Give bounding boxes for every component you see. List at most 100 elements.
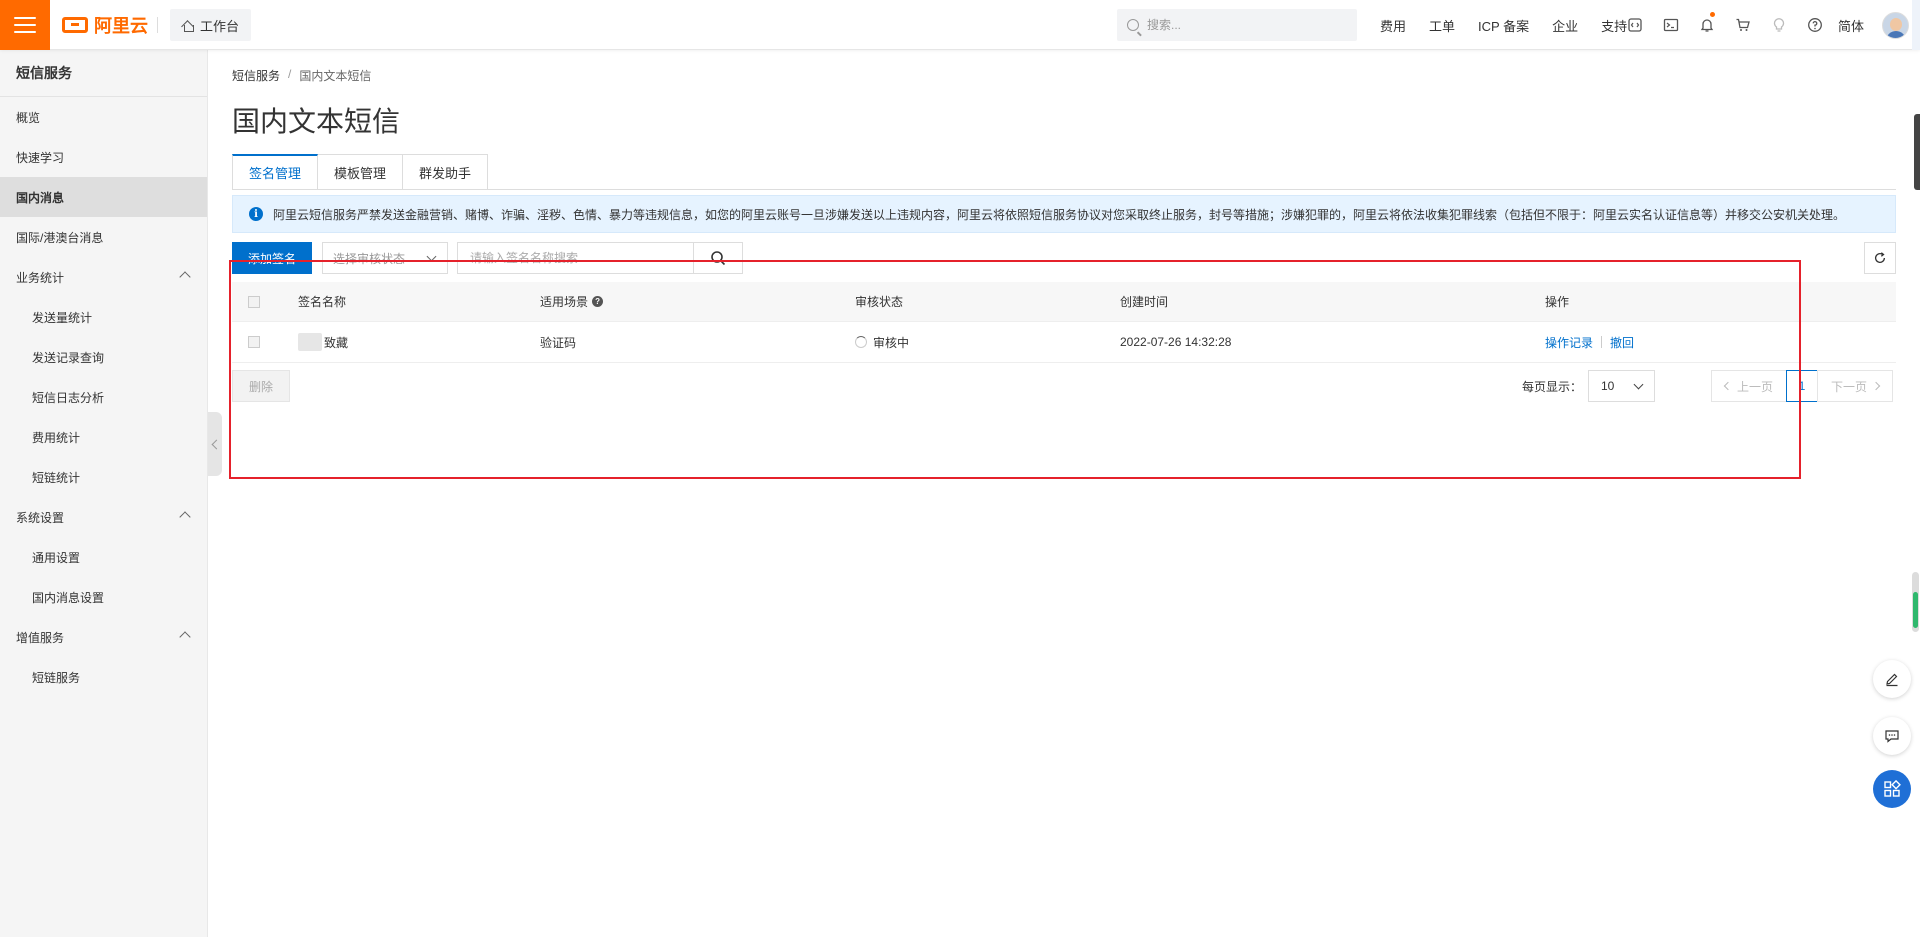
sidebar-item-domestic-settings[interactable]: 国内消息设置 bbox=[0, 577, 207, 617]
sidebar-item-domestic-messages[interactable]: 国内消息 bbox=[0, 177, 207, 217]
top-nav-links: 费用 工单 ICP 备案 企业 支持 bbox=[1380, 0, 1650, 50]
toolbar: 添加签名 选择审核状态 bbox=[232, 242, 1896, 274]
sidebar-item-send-volume[interactable]: 发送量统计 bbox=[0, 297, 207, 337]
tab-template-management[interactable]: 模板管理 bbox=[318, 154, 404, 190]
sidebar-item-label: 短链服务 bbox=[32, 670, 81, 685]
workbench-label: 工作台 bbox=[200, 18, 240, 34]
lightbulb-icon[interactable] bbox=[1761, 0, 1797, 50]
status-filter-select[interactable]: 选择审核状态 bbox=[322, 242, 448, 274]
sidebar-item-shortlink-stats[interactable]: 短链统计 bbox=[0, 457, 207, 497]
tabs-divider bbox=[232, 189, 1896, 190]
signature-name: 致藏 bbox=[324, 335, 349, 350]
next-page-button[interactable]: 下一页 bbox=[1817, 370, 1893, 402]
sidebar-group-value-added[interactable]: 增值服务 bbox=[0, 617, 207, 657]
side-tab[interactable] bbox=[1914, 114, 1920, 190]
withdraw-link[interactable]: 撤回 bbox=[1610, 334, 1634, 351]
notification-dot bbox=[1710, 12, 1715, 17]
search-icon bbox=[1127, 19, 1139, 31]
column-header-status: 审核状态 bbox=[855, 295, 904, 309]
breadcrumb-current: 国内文本短信 bbox=[299, 69, 372, 83]
chevron-left-icon bbox=[1723, 381, 1733, 391]
divider bbox=[157, 17, 158, 33]
side-scroll-indicator[interactable] bbox=[1912, 572, 1919, 632]
chat-button[interactable] bbox=[1873, 717, 1911, 755]
bell-icon[interactable] bbox=[1689, 0, 1725, 50]
sidebar-item-label: 业务统计 bbox=[16, 270, 65, 285]
sidebar-item-shortlink-service[interactable]: 短链服务 bbox=[0, 657, 207, 697]
workbench-button[interactable]: 工作台 bbox=[170, 9, 252, 41]
page-size-label: 每页显示： bbox=[1522, 379, 1583, 394]
delete-button[interactable]: 删除 bbox=[232, 370, 291, 402]
breadcrumb-root[interactable]: 短信服务 bbox=[232, 67, 280, 84]
refresh-icon bbox=[1874, 252, 1886, 264]
table-row: 致藏 验证码 审核中 2022-07-26 14:32:28 操作记录 撤回 bbox=[232, 322, 1896, 363]
nav-link-enterprise[interactable]: 企业 bbox=[1552, 16, 1578, 35]
page-number-current[interactable]: 1 bbox=[1786, 370, 1818, 402]
edge-strip bbox=[1912, 0, 1920, 50]
row-checkbox[interactable] bbox=[248, 336, 260, 348]
breadcrumb: 短信服务 / 国内文本短信 bbox=[232, 67, 371, 84]
sidebar-item-send-records[interactable]: 发送记录查询 bbox=[0, 337, 207, 377]
top-icon-bar bbox=[1617, 0, 1833, 50]
table-footer: 删除 每页显示： 10 上一页 1 下一页 bbox=[232, 370, 1896, 402]
page-title: 国内文本短信 bbox=[232, 106, 401, 137]
global-search bbox=[1117, 9, 1357, 41]
aliyun-logo-icon bbox=[62, 17, 88, 33]
app-grid-button[interactable] bbox=[1873, 770, 1911, 808]
tab-signature-management[interactable]: 签名管理 bbox=[232, 154, 319, 190]
cart-icon[interactable] bbox=[1725, 0, 1761, 50]
page-size-value: 10 bbox=[1601, 379, 1615, 393]
sidebar-item-label: 费用统计 bbox=[32, 430, 81, 445]
sidebar-item-label: 发送记录查询 bbox=[32, 350, 105, 365]
help-icon[interactable]: ? bbox=[592, 296, 604, 307]
avatar[interactable] bbox=[1882, 12, 1909, 39]
sidebar-item-fee-stats[interactable]: 费用统计 bbox=[0, 417, 207, 457]
chevron-down-icon bbox=[426, 251, 437, 262]
search-button[interactable] bbox=[693, 242, 743, 274]
sidebar-item-general-settings[interactable]: 通用设置 bbox=[0, 537, 207, 577]
sidebar-item-label: 短信日志分析 bbox=[32, 390, 105, 405]
sidebar-collapse-handle[interactable] bbox=[208, 412, 222, 476]
nav-link-fees[interactable]: 费用 bbox=[1380, 16, 1406, 35]
column-header-actions: 操作 bbox=[1545, 295, 1570, 309]
help-icon[interactable] bbox=[1797, 0, 1833, 50]
nav-link-icp[interactable]: ICP 备案 bbox=[1478, 16, 1529, 35]
info-icon: i bbox=[249, 207, 263, 221]
signature-created-time: 2022-07-26 14:32:28 bbox=[1120, 335, 1232, 349]
sidebar-group-business-stats[interactable]: 业务统计 bbox=[0, 257, 207, 297]
sidebar-group-system-settings[interactable]: 系统设置 bbox=[0, 497, 207, 537]
sidebar-title: 短信服务 bbox=[0, 50, 207, 97]
chevron-up-icon bbox=[179, 631, 191, 643]
signature-status: 审核中 bbox=[873, 335, 910, 350]
select-all-checkbox[interactable] bbox=[248, 295, 260, 308]
global-search-input[interactable] bbox=[1147, 18, 1337, 32]
nav-link-tickets[interactable]: 工单 bbox=[1429, 16, 1455, 35]
add-signature-button[interactable]: 添加签名 bbox=[232, 242, 313, 274]
refresh-button[interactable] bbox=[1864, 242, 1896, 274]
chevron-down-icon bbox=[1633, 379, 1644, 390]
sidebar-item-log-analysis[interactable]: 短信日志分析 bbox=[0, 377, 207, 417]
sidebar-item-international-messages[interactable]: 国际/港澳台消息 bbox=[0, 217, 207, 257]
language-switch[interactable]: 简体 bbox=[1838, 0, 1864, 50]
sidebar-item-quick-learn[interactable]: 快速学习 bbox=[0, 137, 207, 177]
compliance-notice: i 阿里云短信服务严禁发送金融营销、赌博、诈骗、淫秽、色情、暴力等违规信息，如您… bbox=[232, 195, 1896, 233]
sidebar-item-label: 快速学习 bbox=[16, 150, 65, 165]
operation-log-link[interactable]: 操作记录 bbox=[1545, 334, 1593, 351]
prev-page-button[interactable]: 上一页 bbox=[1711, 370, 1787, 402]
redacted-block bbox=[298, 333, 322, 351]
sidebar-item-label: 短链统计 bbox=[32, 470, 81, 485]
aliyun-logo[interactable]: 阿里云 bbox=[62, 13, 148, 37]
terminal-icon[interactable] bbox=[1653, 0, 1689, 50]
signature-table: 签名名称 适用场景 ? 审核状态 创建时间 操作 致藏 验证码 审核中 2022… bbox=[232, 282, 1896, 363]
menu-icon[interactable] bbox=[0, 0, 50, 50]
tab-bulk-assistant[interactable]: 群发助手 bbox=[403, 154, 489, 190]
chevron-right-icon bbox=[1871, 381, 1881, 391]
code-icon[interactable] bbox=[1617, 0, 1653, 50]
signature-search-input[interactable] bbox=[457, 242, 693, 274]
sidebar-item-label: 国际/港澳台消息 bbox=[16, 230, 104, 245]
page-size-select[interactable]: 10 bbox=[1588, 370, 1655, 402]
sidebar-item-overview[interactable]: 概览 bbox=[0, 97, 207, 137]
sidebar-item-label: 系统设置 bbox=[16, 510, 65, 525]
feedback-button[interactable] bbox=[1873, 660, 1911, 698]
signature-scene: 验证码 bbox=[540, 335, 577, 350]
